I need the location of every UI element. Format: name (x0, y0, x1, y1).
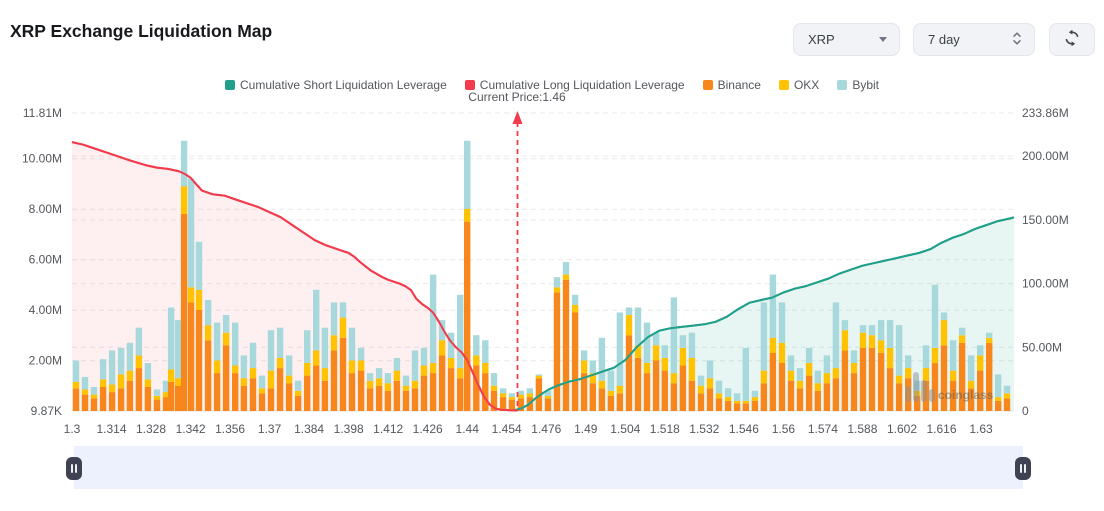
svg-text:100.00M: 100.00M (1022, 277, 1069, 291)
svg-text:1.426: 1.426 (413, 422, 443, 436)
svg-text:1.37: 1.37 (258, 422, 282, 436)
liquidation-chart: coinglass 11.81M 10.00M 8.00M 6.00M 4.00M 2.0… (0, 0, 1104, 506)
svg-text:1.546: 1.546 (729, 422, 759, 436)
svg-text:2.00M: 2.00M (29, 354, 62, 368)
pause-bars-icon (71, 464, 73, 473)
svg-text:1.63: 1.63 (969, 422, 993, 436)
slider-left-handle[interactable] (66, 457, 82, 480)
svg-text:1.454: 1.454 (492, 422, 522, 436)
x-axis-labels: 1.3 1.314 1.328 1.342 1.356 1.37 1.384 1.398 1.4… (64, 422, 993, 436)
svg-text:1.398: 1.398 (334, 422, 364, 436)
svg-text:1.476: 1.476 (531, 422, 561, 436)
svg-text:1.412: 1.412 (373, 422, 403, 436)
svg-text:1.56: 1.56 (772, 422, 796, 436)
svg-text:1.518: 1.518 (650, 422, 680, 436)
svg-text:1.3: 1.3 (64, 422, 81, 436)
right-axis-labels: 233.86M 200.00M 150.00M 100.00M 50.00M 0 (1022, 106, 1069, 418)
svg-text:1.504: 1.504 (610, 422, 640, 436)
svg-text:1.314: 1.314 (96, 422, 126, 436)
svg-text:0: 0 (1022, 404, 1029, 418)
svg-text:4.00M: 4.00M (29, 303, 62, 317)
svg-text:233.86M: 233.86M (1022, 106, 1069, 120)
svg-text:1.616: 1.616 (926, 422, 956, 436)
coinglass-logo-icon (921, 380, 927, 402)
svg-text:1.342: 1.342 (176, 422, 206, 436)
svg-text:8.00M: 8.00M (29, 202, 62, 216)
range-slider-track[interactable] (74, 446, 1023, 489)
svg-text:1.384: 1.384 (294, 422, 324, 436)
svg-text:1.356: 1.356 (215, 422, 245, 436)
svg-text:200.00M: 200.00M (1022, 149, 1069, 163)
pause-bars-icon (1020, 464, 1022, 473)
svg-text:1.328: 1.328 (136, 422, 166, 436)
svg-text:11.81M: 11.81M (23, 106, 62, 120)
svg-text:150.00M: 150.00M (1022, 213, 1069, 227)
slider-right-handle[interactable] (1015, 457, 1031, 480)
svg-text:50.00M: 50.00M (1022, 340, 1062, 354)
left-axis-labels: 11.81M 10.00M 8.00M 6.00M 4.00M 2.00M 9.87K (22, 106, 62, 418)
svg-text:10.00M: 10.00M (22, 152, 62, 166)
coinglass-logo-icon (913, 372, 919, 402)
svg-text:9.87K: 9.87K (31, 404, 62, 418)
svg-text:coinglass: coinglass (938, 388, 994, 402)
svg-text:6.00M: 6.00M (29, 253, 62, 267)
svg-text:1.574: 1.574 (808, 422, 838, 436)
svg-text:1.532: 1.532 (689, 422, 719, 436)
coinglass-logo-icon (929, 389, 935, 402)
svg-text:1.49: 1.49 (574, 422, 598, 436)
svg-text:1.588: 1.588 (847, 422, 877, 436)
svg-text:1.602: 1.602 (887, 422, 917, 436)
svg-text:1.44: 1.44 (456, 422, 480, 436)
coinglass-logo-icon (905, 386, 911, 402)
